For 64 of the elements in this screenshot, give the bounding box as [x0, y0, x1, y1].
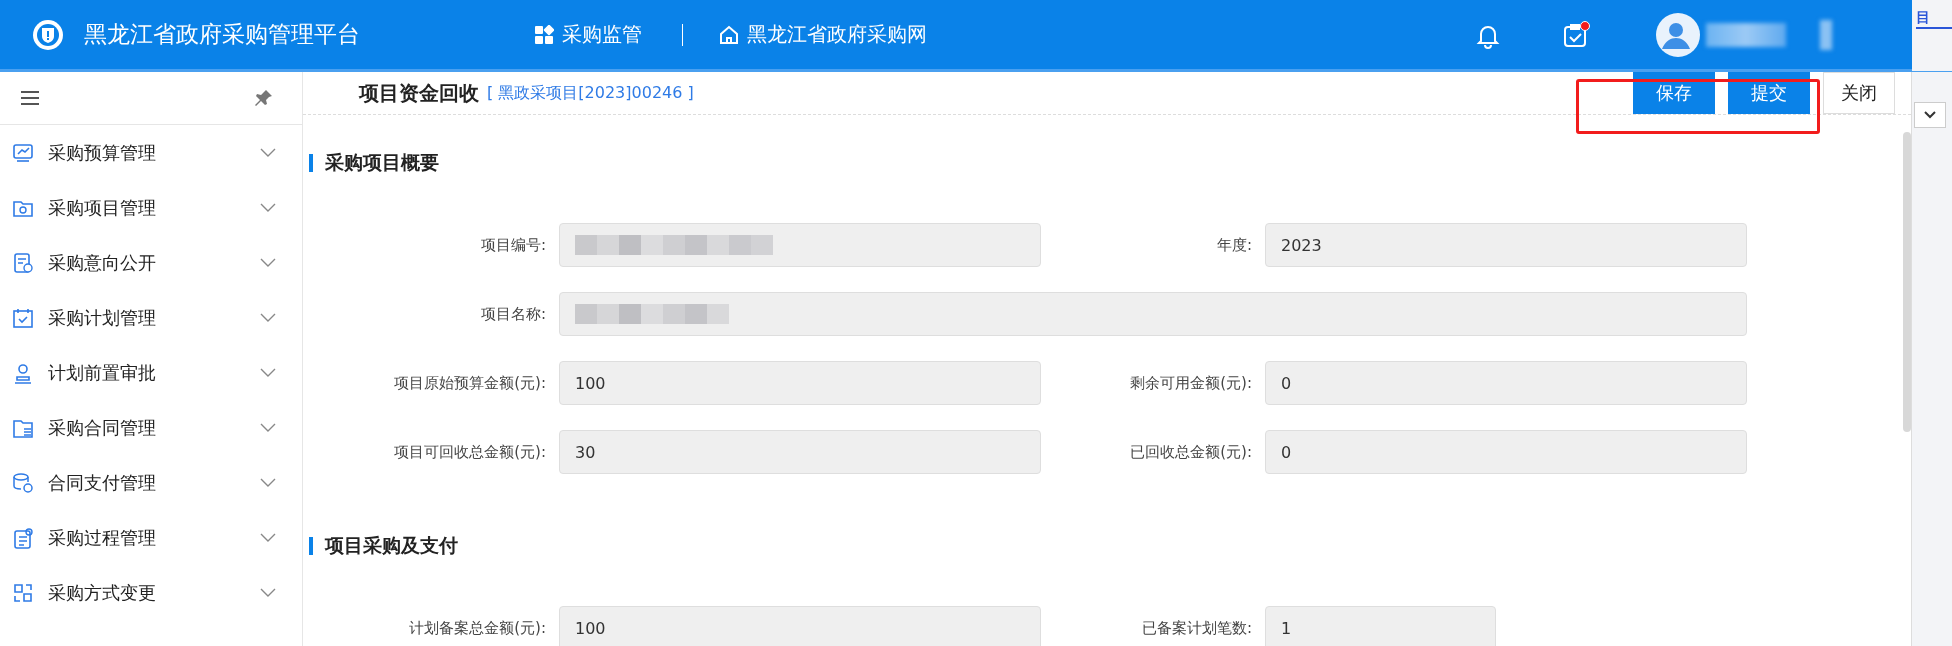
action-button[interactable]: 提交 [1728, 72, 1810, 114]
menu-item-icon [12, 526, 34, 549]
field-label: 年度: [1215, 235, 1252, 255]
text-field[interactable]: 100 [559, 361, 1041, 405]
menu-item-icon [12, 251, 34, 274]
avatar-icon[interactable] [1656, 12, 1700, 57]
menu-icon[interactable] [20, 90, 40, 106]
action-button[interactable]: 保存 [1633, 72, 1715, 114]
text-field[interactable]: 0 [1265, 430, 1747, 474]
field-label: 计划备案总金额(元): [408, 618, 546, 638]
project-reference: [ 黑政采项目[2023]00246 ] [487, 82, 694, 104]
dropdown-select[interactable] [1914, 102, 1946, 128]
redacted-text [1820, 19, 1832, 50]
field-label: 剩余可用金额(元): [1129, 373, 1252, 393]
grid-icon [534, 24, 554, 45]
field-label: 项目编号: [479, 235, 546, 255]
text-field[interactable]: 30 [559, 430, 1041, 474]
sidebar-item[interactable]: 采购预算管理 [0, 125, 302, 180]
action-button[interactable]: 关闭 [1823, 72, 1895, 114]
menu-item-icon [12, 361, 34, 384]
scrollbar[interactable] [1903, 132, 1911, 432]
emblem-logo [32, 18, 64, 51]
field-label: 已备案计划笔数: [1140, 618, 1252, 638]
chevron-icon [1924, 111, 1936, 119]
menu-item-icon [12, 581, 34, 604]
chevron-icon [260, 532, 276, 543]
sidebar-item[interactable]: 采购合同管理 [0, 400, 302, 455]
text-field[interactable]: 2023 [1265, 223, 1747, 267]
chevron-icon [260, 587, 276, 598]
home-icon [719, 24, 739, 45]
nav-link[interactable]: 采购监管 [534, 21, 642, 48]
clipboard-check-icon[interactable] [1562, 20, 1590, 49]
chevron-icon [260, 202, 276, 213]
chevron-icon [260, 312, 276, 323]
sidebar-item[interactable]: 计划前置审批 [0, 345, 302, 400]
chevron-icon [260, 257, 276, 268]
nav-link[interactable]: 黑龙江省政府采购网 [719, 21, 927, 48]
text-field[interactable]: 0 [1265, 361, 1747, 405]
sidebar-item[interactable]: 采购计划管理 [0, 290, 302, 345]
chevron-icon [260, 147, 276, 158]
pin-icon[interactable] [254, 88, 274, 108]
sidebar-item[interactable]: 合同支付管理 [0, 455, 302, 510]
chevron-icon [260, 477, 276, 488]
app-title: 黑龙江省政府采购管理平台 [84, 20, 361, 49]
field-label: 项目可回收总金额(元): [393, 442, 546, 462]
sidebar-item[interactable]: 采购项目管理 [0, 180, 302, 235]
text-field[interactable]: 1 [1265, 606, 1496, 646]
section-title: 采购项目概要 [325, 150, 439, 175]
section-title: 项目采购及支付 [325, 533, 458, 558]
menu-item-icon [12, 141, 34, 164]
field-label: 项目名称: [479, 304, 546, 324]
sidebar-item[interactable]: 采购意向公开 [0, 235, 302, 290]
text-field[interactable]: 100 [559, 606, 1041, 646]
text-field[interactable] [559, 292, 1747, 336]
sidebar-item[interactable]: 采购过程管理 [0, 510, 302, 565]
text-field[interactable] [559, 223, 1041, 267]
field-label: 项目原始预算金额(元): [393, 373, 546, 393]
menu-item-icon [12, 306, 34, 329]
field-label: 已回收总金额(元): [1129, 442, 1252, 462]
chevron-icon [260, 422, 276, 433]
chevron-icon [260, 367, 276, 378]
menu-item-icon [12, 471, 34, 494]
sidebar-item[interactable]: 采购方式变更 [0, 565, 302, 620]
page-title: 项目资金回收 [359, 79, 479, 107]
